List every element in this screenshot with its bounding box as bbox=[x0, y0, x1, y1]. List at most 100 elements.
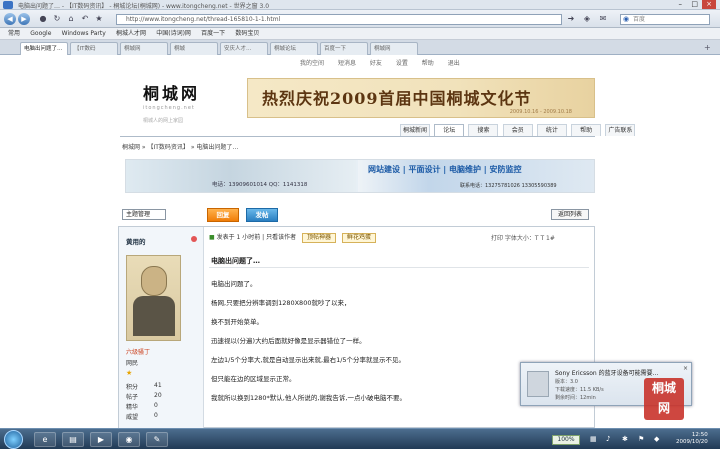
back-to-list-button[interactable]: 返回列表 bbox=[551, 209, 589, 220]
close-window-button[interactable]: × bbox=[702, 0, 716, 9]
post-tools[interactable]: 打印 字体大小：T T 1# bbox=[491, 233, 555, 242]
post-line: 换不到开始菜单。 bbox=[211, 318, 263, 326]
ad2-heading: 网站建设 | 平面设计 | 电脑维护 | 安防监控 bbox=[368, 165, 522, 174]
post-line: 左边1/5个分率大,就是自动显示出来就,最右1/5个分率就显示不见。 bbox=[211, 356, 406, 364]
clock-time: 12:50 bbox=[691, 432, 708, 438]
bookmark-item[interactable]: 常用 bbox=[8, 28, 20, 40]
bookmark-item[interactable]: 数码宝贝 bbox=[235, 28, 259, 40]
back-button[interactable]: ◀ bbox=[4, 13, 16, 25]
breadcrumb[interactable]: 桐城网 » 【IT数码资讯】 » 电脑出问题了… bbox=[122, 142, 238, 151]
ad-web-design[interactable]: 网站建设 | 平面设计 | 电脑维护 | 安防监控 联系电话：132757810… bbox=[358, 160, 594, 192]
media-taskbar-icon[interactable]: ▶ bbox=[90, 432, 112, 447]
top-link[interactable]: 帮助 bbox=[422, 60, 434, 67]
browser-logo-icon bbox=[3, 1, 13, 9]
maximize-button[interactable]: □ bbox=[691, 0, 698, 8]
author-name[interactable]: 黄用的 bbox=[126, 236, 146, 246]
tab-item[interactable]: 桐城论坛 bbox=[270, 42, 318, 55]
ad2-contact: 联系电话：13275781026 13305590389 bbox=[460, 183, 557, 189]
ie-taskbar-icon[interactable]: e bbox=[34, 432, 56, 447]
bookmark-item[interactable]: Google bbox=[30, 28, 51, 40]
festival-banner[interactable]: 热烈庆祝2009首届中国桐城文化节 2009.10.16 - 2009.10.1… bbox=[247, 78, 595, 118]
window-title: 电脑出问题了… - 【IT数码资讯】 - 桐城论坛(桐城网) - www.ito… bbox=[18, 3, 270, 10]
logo-tagline: 桐城人的网上家园 bbox=[143, 118, 184, 124]
tab-item[interactable]: 百度一下 bbox=[320, 42, 368, 55]
menu-item[interactable]: 搜索 bbox=[468, 124, 499, 136]
menu-item-forum[interactable]: 论坛 bbox=[434, 124, 465, 136]
bookmark-item[interactable]: 百度一下 bbox=[201, 28, 225, 40]
top-link[interactable]: 设置 bbox=[396, 60, 408, 67]
tab-item[interactable]: 桐城网 bbox=[370, 42, 418, 55]
rss-icon[interactable]: ◈ bbox=[582, 14, 592, 24]
undo-close-icon[interactable]: ↶ bbox=[80, 14, 90, 24]
site-logo[interactable]: 桐城网 itongcheng.net 桐城人的网上家园 bbox=[143, 80, 218, 124]
browser-taskbar-icon[interactable]: ◉ bbox=[118, 432, 140, 447]
bookmarks-bar: 常用 Google Windows Party 桐城人才网 中国(诗词)网 百度… bbox=[0, 28, 720, 40]
top-link[interactable]: 好友 bbox=[370, 60, 382, 67]
refresh-icon[interactable]: ↻ bbox=[52, 14, 62, 24]
tab-strip: 电脑出问题了… 【IT数码 桐城网 桐城 安庆人才… 桐城论坛 百度一下 桐城网… bbox=[0, 40, 720, 55]
volume-icon[interactable]: ♪ bbox=[606, 435, 610, 443]
home-icon[interactable]: ⌂ bbox=[66, 14, 76, 24]
antivirus-icon[interactable]: ◆ bbox=[654, 435, 659, 443]
notification-line: 下载速度：11.5 KB/s bbox=[555, 387, 604, 393]
bluetooth-icon[interactable]: ✱ bbox=[622, 435, 628, 443]
new-post-button[interactable]: 发帖 bbox=[246, 208, 278, 222]
top-link[interactable]: 我的空间 bbox=[300, 60, 324, 67]
stat-row: 积分 41 bbox=[126, 382, 162, 391]
menu-item[interactable]: 帮助 bbox=[571, 124, 602, 136]
explorer-taskbar-icon[interactable]: ▤ bbox=[62, 432, 84, 447]
reply-button[interactable]: 回复 bbox=[207, 208, 239, 222]
stat-row: 威望 0 bbox=[126, 412, 158, 421]
new-tab-button[interactable]: + bbox=[704, 43, 711, 52]
tab-item[interactable]: 【IT数码 bbox=[70, 42, 118, 55]
badge-flower-egg[interactable]: 鲜花鸡蛋 bbox=[341, 233, 376, 243]
taskbar: e ▤ ▶ ◉ ✎ 100% ▦ ♪ ✱ ⚑ ◆ 12:50 2009/10/2… bbox=[0, 428, 720, 449]
menu-item[interactable]: 桐城新闻 bbox=[400, 124, 430, 136]
top-link[interactable]: 短消息 bbox=[338, 60, 356, 67]
address-bar[interactable]: http://www.itongcheng.net/thread-165810-… bbox=[116, 14, 562, 25]
tab-item[interactable]: 安庆人才… bbox=[220, 42, 268, 55]
author-only-link[interactable]: 只看该作者 bbox=[266, 234, 296, 241]
tab-item[interactable]: 桐城 bbox=[170, 42, 218, 55]
top-link[interactable]: 退出 bbox=[448, 60, 460, 67]
ad1-contact: 电话：13909601014 QQ：1141318 bbox=[212, 182, 308, 188]
mail-icon[interactable]: ✉ bbox=[598, 14, 608, 24]
network-icon[interactable]: ▦ bbox=[590, 435, 597, 443]
go-icon[interactable]: ➜ bbox=[566, 14, 576, 24]
banner-dates: 2009.10.16 - 2009.10.18 bbox=[509, 109, 572, 115]
tab-item[interactable]: 电脑出问题了… bbox=[20, 42, 68, 55]
user-group: 网民 bbox=[126, 360, 139, 367]
start-button[interactable] bbox=[4, 430, 23, 449]
chat-taskbar-icon[interactable]: ✎ bbox=[146, 432, 168, 447]
device-icon bbox=[527, 371, 549, 397]
minimize-button[interactable]: – bbox=[679, 0, 683, 8]
favorites-icon[interactable]: ★ bbox=[94, 14, 104, 24]
menu-item[interactable]: 广告联系 bbox=[605, 124, 636, 136]
site-seal-watermark: 桐城网 bbox=[644, 378, 684, 420]
system-clock[interactable]: 12:50 2009/10/20 bbox=[676, 432, 708, 446]
forward-button[interactable]: ▶ bbox=[18, 13, 30, 25]
stop-icon[interactable]: ● bbox=[38, 14, 48, 24]
author-sidebar: 黄用的 六级骚丁 网民 ★ 积分 41 帖子 20 精华 0 威望 0 bbox=[119, 227, 204, 428]
post-line: 我就所以换到1280*默认,他人所说的,谢我告诉,一点小破电脑不要。 bbox=[211, 394, 406, 402]
search-input[interactable]: 百度 bbox=[620, 14, 710, 25]
badge-top-tool[interactable]: 顶帖神器 bbox=[302, 233, 337, 243]
bookmark-item[interactable]: 中国(诗词)网 bbox=[156, 28, 191, 40]
notification-line: 剩余时间：12min bbox=[555, 395, 596, 401]
user-rank-title: 六级骚丁 bbox=[126, 349, 151, 356]
avatar[interactable] bbox=[126, 255, 181, 341]
tab-item[interactable]: 桐城网 bbox=[120, 42, 168, 55]
search-engine-icon[interactable]: ◉ bbox=[623, 15, 629, 23]
bookmark-item[interactable]: 桐城人才网 bbox=[116, 28, 146, 40]
online-status-icon bbox=[191, 236, 197, 242]
thread-manage-select[interactable]: 主题管理 bbox=[122, 209, 166, 220]
clock-date: 2009/10/20 bbox=[676, 439, 708, 445]
close-notification-button[interactable]: × bbox=[683, 365, 688, 372]
flag-icon[interactable]: ⚑ bbox=[638, 435, 644, 443]
bookmark-item[interactable]: Windows Party bbox=[62, 28, 106, 40]
zoom-level[interactable]: 100% bbox=[552, 435, 580, 445]
ad-landscape[interactable]: 电话：13909601014 QQ：1141318 bbox=[126, 160, 356, 192]
menu-item[interactable]: 会员 bbox=[502, 124, 533, 136]
menu-item[interactable]: 统计 bbox=[536, 124, 567, 136]
top-links: 我的空间 短消息 好友 设置 帮助 退出 bbox=[300, 58, 600, 67]
